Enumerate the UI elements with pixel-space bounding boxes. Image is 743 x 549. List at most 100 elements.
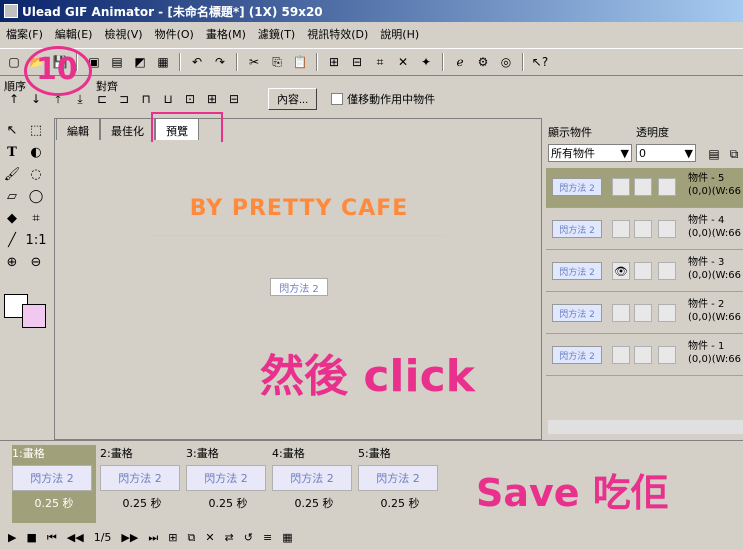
background-color[interactable] — [22, 304, 46, 328]
content-button[interactable]: 內容... — [268, 88, 318, 110]
distribute-v-icon[interactable]: ⊟ — [224, 89, 244, 109]
distribute-h-icon[interactable]: ⊞ — [202, 89, 222, 109]
align-center-icon[interactable]: ⊐ — [114, 89, 134, 109]
align-middle-icon[interactable]: ⊔ — [158, 89, 178, 109]
menu-help[interactable]: 說明(H) — [374, 26, 425, 42]
web-icon[interactable]: ◎ — [496, 52, 516, 72]
visibility-toggle[interactable] — [612, 178, 630, 196]
play-icon[interactable]: ▶ — [8, 531, 16, 544]
previous-frame-icon[interactable]: ◀◀ — [67, 531, 84, 544]
actual-size-icon[interactable]: 1:1 — [26, 230, 47, 250]
zoom-in-icon[interactable]: ⊕ — [2, 252, 22, 272]
optimize-icon[interactable]: ⚙ — [473, 52, 493, 72]
align-bottom-icon[interactable]: ⊡ — [180, 89, 200, 109]
color-palette-icon[interactable]: ◩ — [130, 52, 150, 72]
fill-tool-icon[interactable]: ◆ — [2, 208, 22, 228]
lasso-tool-icon[interactable]: ◌ — [26, 164, 46, 184]
new-file-icon[interactable]: ▢ — [4, 52, 24, 72]
opacity-input[interactable]: 0 ▼ — [636, 144, 696, 162]
export-icon[interactable]: ▦ — [153, 52, 173, 72]
object-row[interactable]: 閃方法 2 物件 - 4 (0,0)(W:66 — [546, 210, 743, 250]
object-row[interactable]: 閃方法 2 物件 - 5 (0,0)(W:66 — [546, 168, 743, 208]
frame-item[interactable]: 3:畫格 閃方法 2 0.25 秒 — [186, 445, 270, 523]
align-left-icon[interactable]: ⊏ — [92, 89, 112, 109]
lock-toggle[interactable] — [634, 220, 652, 238]
tab-optimize[interactable]: 最佳化 — [100, 118, 155, 140]
duplicate-object-icon[interactable]: ⧉ — [724, 144, 743, 164]
menu-filter[interactable]: 濾鏡(T) — [252, 26, 301, 42]
object-row[interactable]: 閃方法 2 👁 物件 - 3 (0,0)(W:66 — [546, 252, 743, 292]
delete-frame-icon[interactable]: ✕ — [205, 531, 214, 544]
reverse-icon[interactable]: ↺ — [244, 531, 253, 544]
properties-icon[interactable]: ≡ — [263, 531, 272, 544]
canvas-object[interactable]: 閃方法 2 — [270, 278, 328, 296]
frame-item[interactable]: 4:畫格 閃方法 2 0.25 秒 — [272, 445, 356, 523]
eyedropper-tool-icon[interactable]: ╱ — [2, 230, 22, 250]
browser-preview-icon[interactable]: ℯ — [450, 52, 470, 72]
menu-frame[interactable]: 畫格(M) — [200, 26, 252, 42]
object-row[interactable]: 閃方法 2 物件 - 1 (0,0)(W:66 — [546, 336, 743, 376]
menu-video-effects[interactable]: 視訊特效(D) — [301, 26, 374, 42]
pointer-tool-icon[interactable]: ↖ — [2, 120, 22, 140]
frame-properties-icon[interactable]: ⊞ — [324, 52, 344, 72]
eye-icon[interactable]: 👁 — [612, 262, 630, 280]
display-objects-select[interactable]: 所有物件 ▼ — [548, 144, 632, 162]
frame-delay[interactable]: 0.25 秒 — [100, 495, 184, 511]
frame-delay[interactable]: 0.25 秒 — [272, 495, 356, 511]
move-active-only-checkbox[interactable]: 僅移動作用中物件 — [331, 91, 435, 107]
frame-manager-icon[interactable]: ▦ — [282, 531, 292, 544]
copy-icon[interactable]: ⎘ — [267, 52, 287, 72]
preview-text: BY PRETTY CAFE — [189, 196, 409, 221]
transform-tool-icon[interactable]: ◐ — [26, 142, 46, 162]
lock-toggle[interactable] — [634, 304, 652, 322]
paste-icon[interactable]: 📋 — [290, 52, 310, 72]
text-tool-icon[interactable]: T — [2, 142, 22, 162]
next-frame-icon[interactable]: ▶▶ — [121, 531, 138, 544]
stop-icon[interactable]: ■ — [26, 531, 36, 544]
magic-wand-icon[interactable]: ◯ — [26, 186, 46, 206]
frame-item[interactable]: 2:畫格 閃方法 2 0.25 秒 — [100, 445, 184, 523]
frame-delay[interactable]: 0.25 秒 — [12, 495, 96, 511]
menu-object[interactable]: 物件(O) — [149, 26, 200, 42]
marquee-tool-icon[interactable]: ⬚ — [26, 120, 46, 140]
eraser-tool-icon[interactable]: ▱ — [2, 186, 22, 206]
lock-toggle[interactable] — [634, 262, 652, 280]
zoom-out-icon[interactable]: ⊖ — [26, 252, 46, 272]
redo-icon[interactable]: ↷ — [210, 52, 230, 72]
visibility-toggle[interactable] — [612, 304, 630, 322]
help-pointer-icon[interactable]: ↖? — [530, 52, 550, 72]
menu-file[interactable]: 檔案(F) — [0, 26, 49, 42]
cut-icon[interactable]: ✂ — [244, 52, 264, 72]
delete-icon[interactable]: ✕ — [393, 52, 413, 72]
lock-toggle[interactable] — [634, 178, 652, 196]
menu-view[interactable]: 檢視(V) — [98, 26, 148, 42]
duplicate-frame-icon[interactable]: ⧉ — [187, 531, 195, 545]
object-row[interactable]: 閃方法 2 物件 - 2 (0,0)(W:66 — [546, 294, 743, 334]
align-top-icon[interactable]: ⊓ — [136, 89, 156, 109]
wizard-icon[interactable]: ✦ — [416, 52, 436, 72]
frame-delay[interactable]: 0.25 秒 — [186, 495, 270, 511]
frame-item[interactable]: 5:畫格 閃方法 2 0.25 秒 — [358, 445, 442, 523]
frame-item[interactable]: 1:畫格 閃方法 2 0.25 秒 — [12, 445, 96, 523]
new-object-icon[interactable]: ▤ — [704, 144, 724, 164]
spinner-icon[interactable]: ▼ — [685, 147, 695, 160]
frame-delay[interactable]: 0.25 秒 — [358, 495, 442, 511]
visibility-toggle[interactable] — [612, 346, 630, 364]
add-frame-icon[interactable]: ⊞ — [168, 531, 177, 544]
paintbrush-tool-icon[interactable]: 🖌 — [2, 164, 22, 184]
object-manager-icon[interactable]: ⊟ — [347, 52, 367, 72]
last-frame-icon[interactable]: ⏭ — [148, 531, 158, 545]
first-frame-icon[interactable]: ⏮ — [47, 531, 57, 545]
lock-toggle[interactable] — [634, 346, 652, 364]
tab-edit[interactable]: 編輯 — [56, 118, 100, 140]
add-video-icon[interactable]: ▤ — [107, 52, 127, 72]
move-up-icon[interactable]: ↑ — [4, 89, 24, 109]
menu-edit[interactable]: 編輯(E) — [49, 26, 99, 42]
crop-tool-icon[interactable]: ⌗ — [26, 208, 46, 228]
visibility-toggle[interactable] — [612, 220, 630, 238]
crop-icon[interactable]: ⌗ — [370, 52, 390, 72]
tween-icon[interactable]: ⇄ — [225, 531, 234, 544]
checkbox-box[interactable] — [331, 93, 344, 105]
object-panel-scrollbar[interactable] — [548, 420, 743, 434]
undo-icon[interactable]: ↶ — [187, 52, 207, 72]
